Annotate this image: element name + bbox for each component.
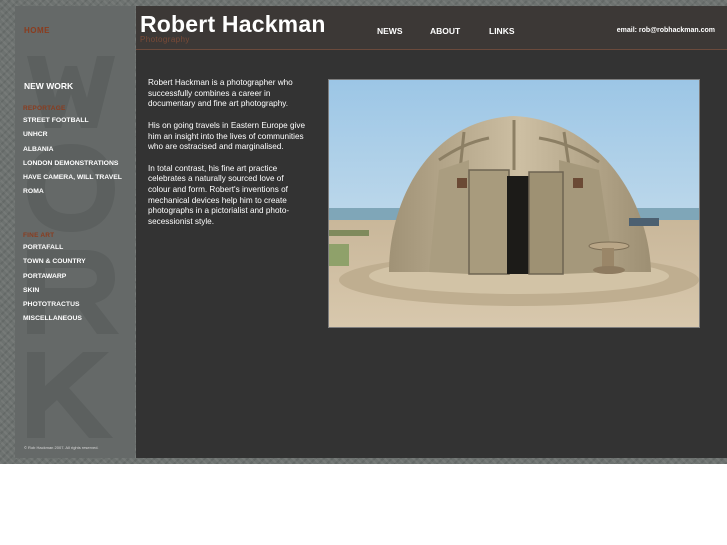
nav-albania[interactable]: ALBANIA [23,143,122,157]
nav-portawarp[interactable]: PORTAWARP [23,270,86,284]
email-link[interactable]: email: rob@robhackman.com [617,27,715,34]
nav-skin[interactable]: SKIN [23,284,86,298]
bio-paragraph: In total contrast, his fine art practice… [148,163,290,227]
nav-town-country[interactable]: TOWN & COUNTRY [23,255,86,269]
nav-news[interactable]: NEWS [377,26,403,36]
page-frame: HOME NEW WORK REPORTAGE STREET FOOTBALL … [0,0,727,464]
nav-have-camera-will-travel[interactable]: HAVE CAMERA, WILL TRAVEL [23,171,122,185]
nav-street-football[interactable]: STREET FOOTBALL [23,114,122,128]
bio-paragraph: Robert Hackman is a photographer who suc… [148,78,293,109]
nav-roma[interactable]: ROMA [23,185,122,199]
site-header: Robert Hackman Photography NEWS ABOUT LI… [136,6,727,49]
fine-art-list: PORTAFALL TOWN & COUNTRY PORTAWARP SKIN … [23,241,86,327]
site-subtitle: Photography [140,35,190,44]
nav-about[interactable]: ABOUT [430,26,460,36]
nav-london-demonstrations[interactable]: LONDON DEMONSTRATIONS [23,157,122,171]
bunker-photo [328,79,700,328]
nav-unhcr[interactable]: UNHCR [23,128,122,142]
reportage-list: STREET FOOTBALL UNHCR ALBANIA LONDON DEM… [23,114,122,200]
sidebar: HOME NEW WORK REPORTAGE STREET FOOTBALL … [15,6,135,458]
main-content: Robert Hackman is a photographer who suc… [136,50,727,458]
nav-phototractus[interactable]: PHOTOTRACTUS [23,298,86,312]
nav-home[interactable]: HOME [24,26,50,35]
nav-links[interactable]: LINKS [489,26,515,36]
nav-miscellaneous[interactable]: MISCELLANEOUS [23,312,86,326]
reportage-heading: REPORTAGE [23,105,66,112]
nav-new-work[interactable]: NEW WORK [24,81,73,91]
fine-art-heading: FINE ART [23,232,55,239]
bio-paragraph: His on going travels in Eastern Europe g… [148,120,306,152]
nav-portafall[interactable]: PORTAFALL [23,241,86,255]
site-title[interactable]: Robert Hackman [140,11,326,37]
copyright-notice: © Rob Hackman 2007. All rights reserved. [24,445,99,450]
bio-text: Robert Hackman is a photographer who suc… [148,78,308,239]
